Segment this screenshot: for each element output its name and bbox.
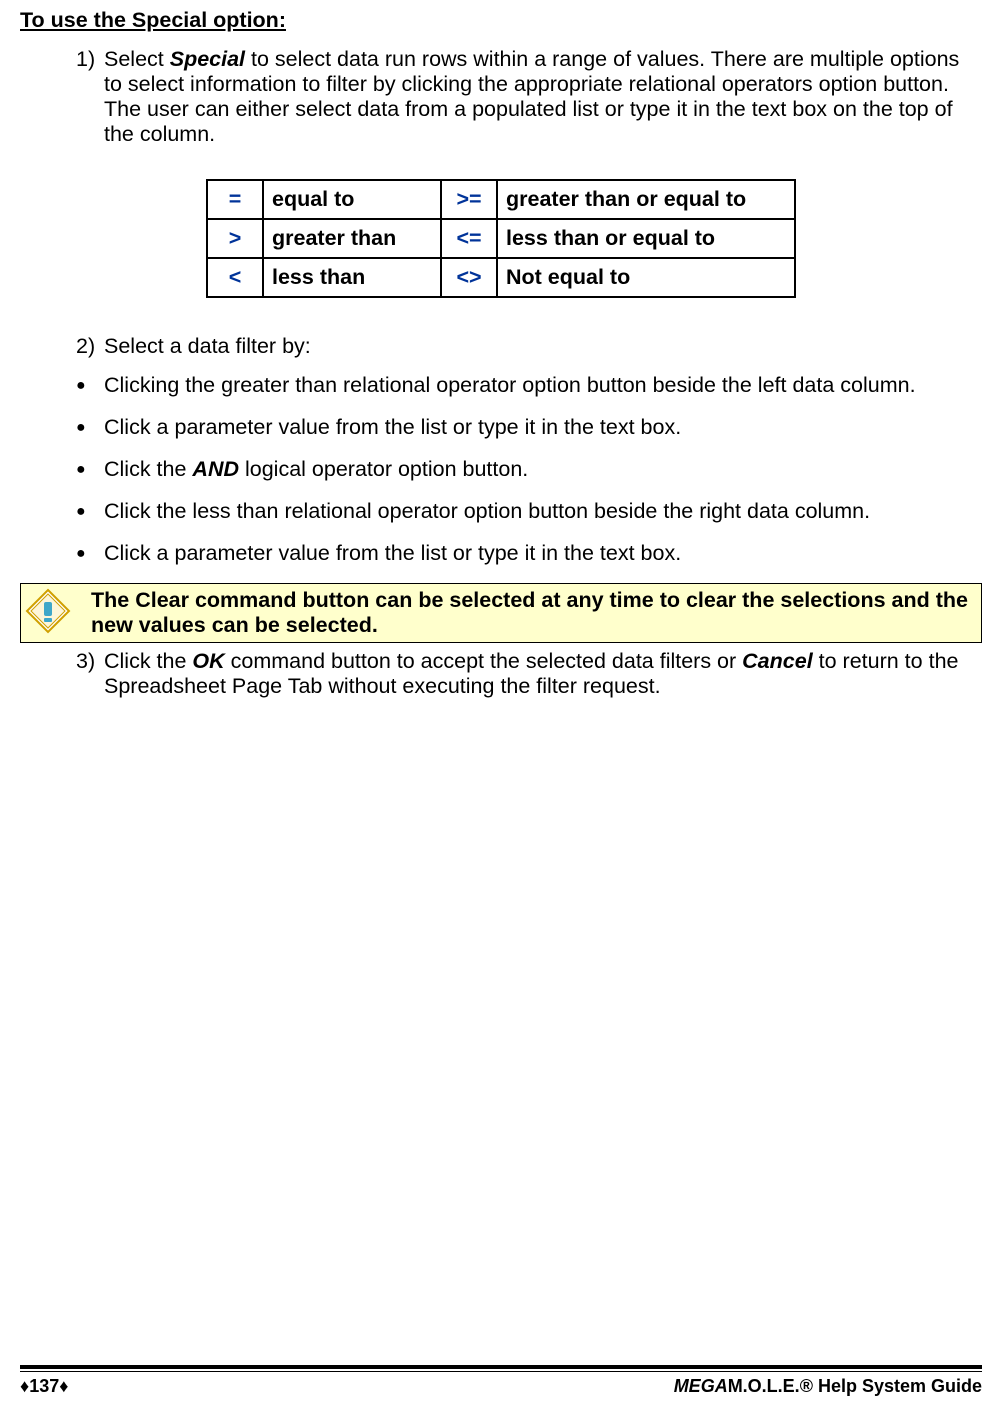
op-symbol: >= xyxy=(441,180,497,219)
footer-title-mega: MEGA xyxy=(674,1376,728,1396)
step-1: 1) Select Special to select data run row… xyxy=(76,47,982,147)
bullet-4: ● Click the less than relational operato… xyxy=(76,499,982,525)
footer-rule-thin xyxy=(20,1371,982,1372)
footer-title: MEGAM.O.L.E.® Help System Guide xyxy=(674,1376,982,1397)
step-2-text: Select a data filter by: xyxy=(104,334,982,359)
step-1-pre: Select xyxy=(104,47,170,71)
step-3-bold-2: Cancel xyxy=(742,649,813,673)
step-3-number: 3) xyxy=(76,649,104,674)
diamond-icon: ♦ xyxy=(59,1376,68,1396)
op-symbol: <> xyxy=(441,258,497,297)
page-content: To use the Special option: 1) Select Spe… xyxy=(0,0,1002,1355)
step-3-bold-1: OK xyxy=(192,649,224,673)
note-text: The Clear command button can be selected… xyxy=(91,588,973,638)
operators-table: = equal to >= greater than or equal to >… xyxy=(206,179,796,298)
bullet-5-text: Click a parameter value from the list or… xyxy=(104,541,982,566)
step-2: 2) Select a data filter by: xyxy=(76,334,982,359)
note-box: The Clear command button can be selected… xyxy=(20,583,982,643)
table-row: = equal to >= greater than or equal to xyxy=(207,180,795,219)
step-2-number: 2) xyxy=(76,334,104,359)
op-symbol: = xyxy=(207,180,263,219)
bullet-icon: ● xyxy=(76,373,104,399)
footer-rule-thick xyxy=(20,1365,982,1369)
info-icon xyxy=(25,588,71,634)
bullet-1: ● Clicking the greater than relational o… xyxy=(76,373,982,399)
bullet-4-text: Click the less than relational operator … xyxy=(104,499,982,524)
diamond-icon: ♦ xyxy=(20,1376,29,1396)
bullet-3-bold: AND xyxy=(192,457,239,481)
op-desc: greater than xyxy=(263,219,441,258)
op-symbol: > xyxy=(207,219,263,258)
bullet-2: ● Click a parameter value from the list … xyxy=(76,415,982,441)
bullet-2-text: Click a parameter value from the list or… xyxy=(104,415,982,440)
op-symbol: <= xyxy=(441,219,497,258)
bullet-3-pre: Click the xyxy=(104,457,192,481)
step-1-number: 1) xyxy=(76,47,104,72)
step-3: 3) Click the OK command button to accept… xyxy=(76,649,982,699)
footer-row: ♦137♦ MEGAM.O.L.E.® Help System Guide xyxy=(20,1376,982,1397)
bullet-icon: ● xyxy=(76,541,104,567)
op-symbol: < xyxy=(207,258,263,297)
footer-page-number: ♦137♦ xyxy=(20,1376,68,1397)
op-desc: less than or equal to xyxy=(497,219,795,258)
page-footer: ♦137♦ MEGAM.O.L.E.® Help System Guide xyxy=(20,1365,982,1397)
step-3-mid: command button to accept the selected da… xyxy=(225,649,742,673)
page-number: 137 xyxy=(29,1376,59,1396)
bullet-3-post: logical operator option button. xyxy=(239,457,528,481)
bullet-1-text: Clicking the greater than relational ope… xyxy=(104,373,982,398)
footer-title-rest: M.O.L.E.® Help System Guide xyxy=(728,1376,982,1396)
op-desc: Not equal to xyxy=(497,258,795,297)
op-desc: less than xyxy=(263,258,441,297)
table-row: < less than <> Not equal to xyxy=(207,258,795,297)
step-1-bold: Special xyxy=(170,47,245,71)
bullet-3: ● Click the AND logical operator option … xyxy=(76,457,982,483)
bullet-icon: ● xyxy=(76,457,104,483)
step-3-pre: Click the xyxy=(104,649,192,673)
section-heading: To use the Special option: xyxy=(20,8,982,33)
op-desc: greater than or equal to xyxy=(497,180,795,219)
bullet-3-text: Click the AND logical operator option bu… xyxy=(104,457,982,482)
step-1-text: Select Special to select data run rows w… xyxy=(104,47,982,147)
bullet-5: ● Click a parameter value from the list … xyxy=(76,541,982,567)
table-row: > greater than <= less than or equal to xyxy=(207,219,795,258)
step-3-text: Click the OK command button to accept th… xyxy=(104,649,982,699)
bullet-icon: ● xyxy=(76,415,104,441)
bullet-icon: ● xyxy=(76,499,104,525)
op-desc: equal to xyxy=(263,180,441,219)
